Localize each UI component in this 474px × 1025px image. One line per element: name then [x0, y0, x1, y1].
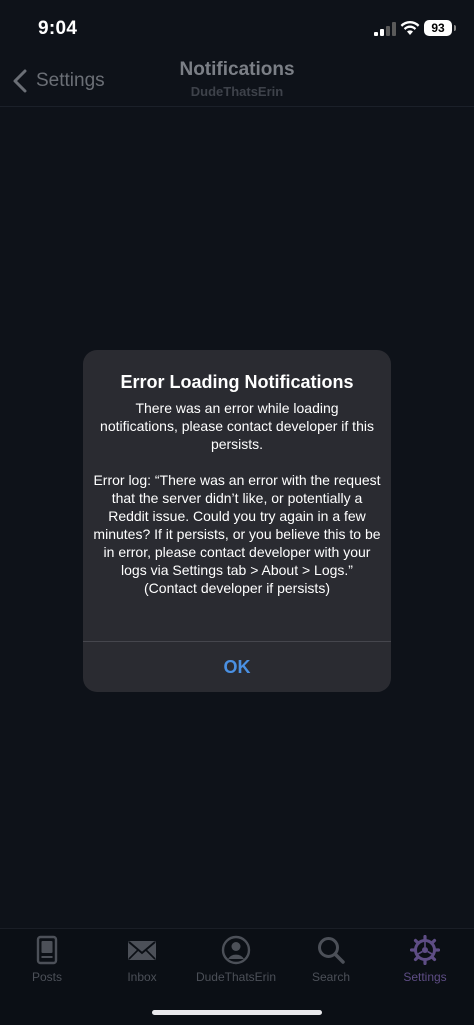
tab-posts[interactable]: Posts: [0, 935, 94, 995]
ok-button[interactable]: OK: [83, 642, 391, 692]
tab-settings[interactable]: Settings: [378, 935, 472, 995]
posts-icon: [36, 935, 58, 965]
alert-title: Error Loading Notifications: [120, 372, 354, 392]
inbox-icon: [128, 941, 156, 960]
alert-message: There was an error while loading notific…: [100, 400, 374, 452]
profile-icon: [221, 935, 251, 965]
navigation-bar: Settings Notifications DudeThatsErin: [0, 56, 474, 107]
page-subtitle: DudeThatsErin: [190, 84, 284, 99]
tab-label: Settings: [403, 970, 447, 984]
status-time: 9:04: [38, 18, 78, 39]
search-icon: [318, 937, 345, 964]
tab-profile[interactable]: DudeThatsErin: [189, 935, 283, 995]
app-screen: 9:04 93 Settings Notifications DudeThats…: [0, 0, 474, 1025]
tab-search[interactable]: Search: [284, 935, 378, 995]
wifi-icon: [400, 20, 420, 35]
battery-indicator: 93: [424, 20, 456, 36]
tab-label: Search: [311, 970, 351, 984]
tab-label: Inbox: [127, 970, 157, 984]
tab-inbox[interactable]: Inbox: [95, 935, 189, 995]
error-alert-dialog: Error Loading Notifications There was an…: [83, 350, 391, 692]
tab-label: Posts: [31, 970, 62, 984]
cellular-signal-icon: [374, 22, 396, 36]
gear-icon: [410, 935, 440, 965]
status-bar: 9:04 93: [0, 0, 474, 56]
tab-label: DudeThatsErin: [195, 970, 277, 984]
home-indicator[interactable]: [152, 1010, 322, 1015]
page-title: Notifications: [179, 59, 295, 80]
alert-error-log: Error log: “There was an error with the …: [93, 472, 381, 596]
